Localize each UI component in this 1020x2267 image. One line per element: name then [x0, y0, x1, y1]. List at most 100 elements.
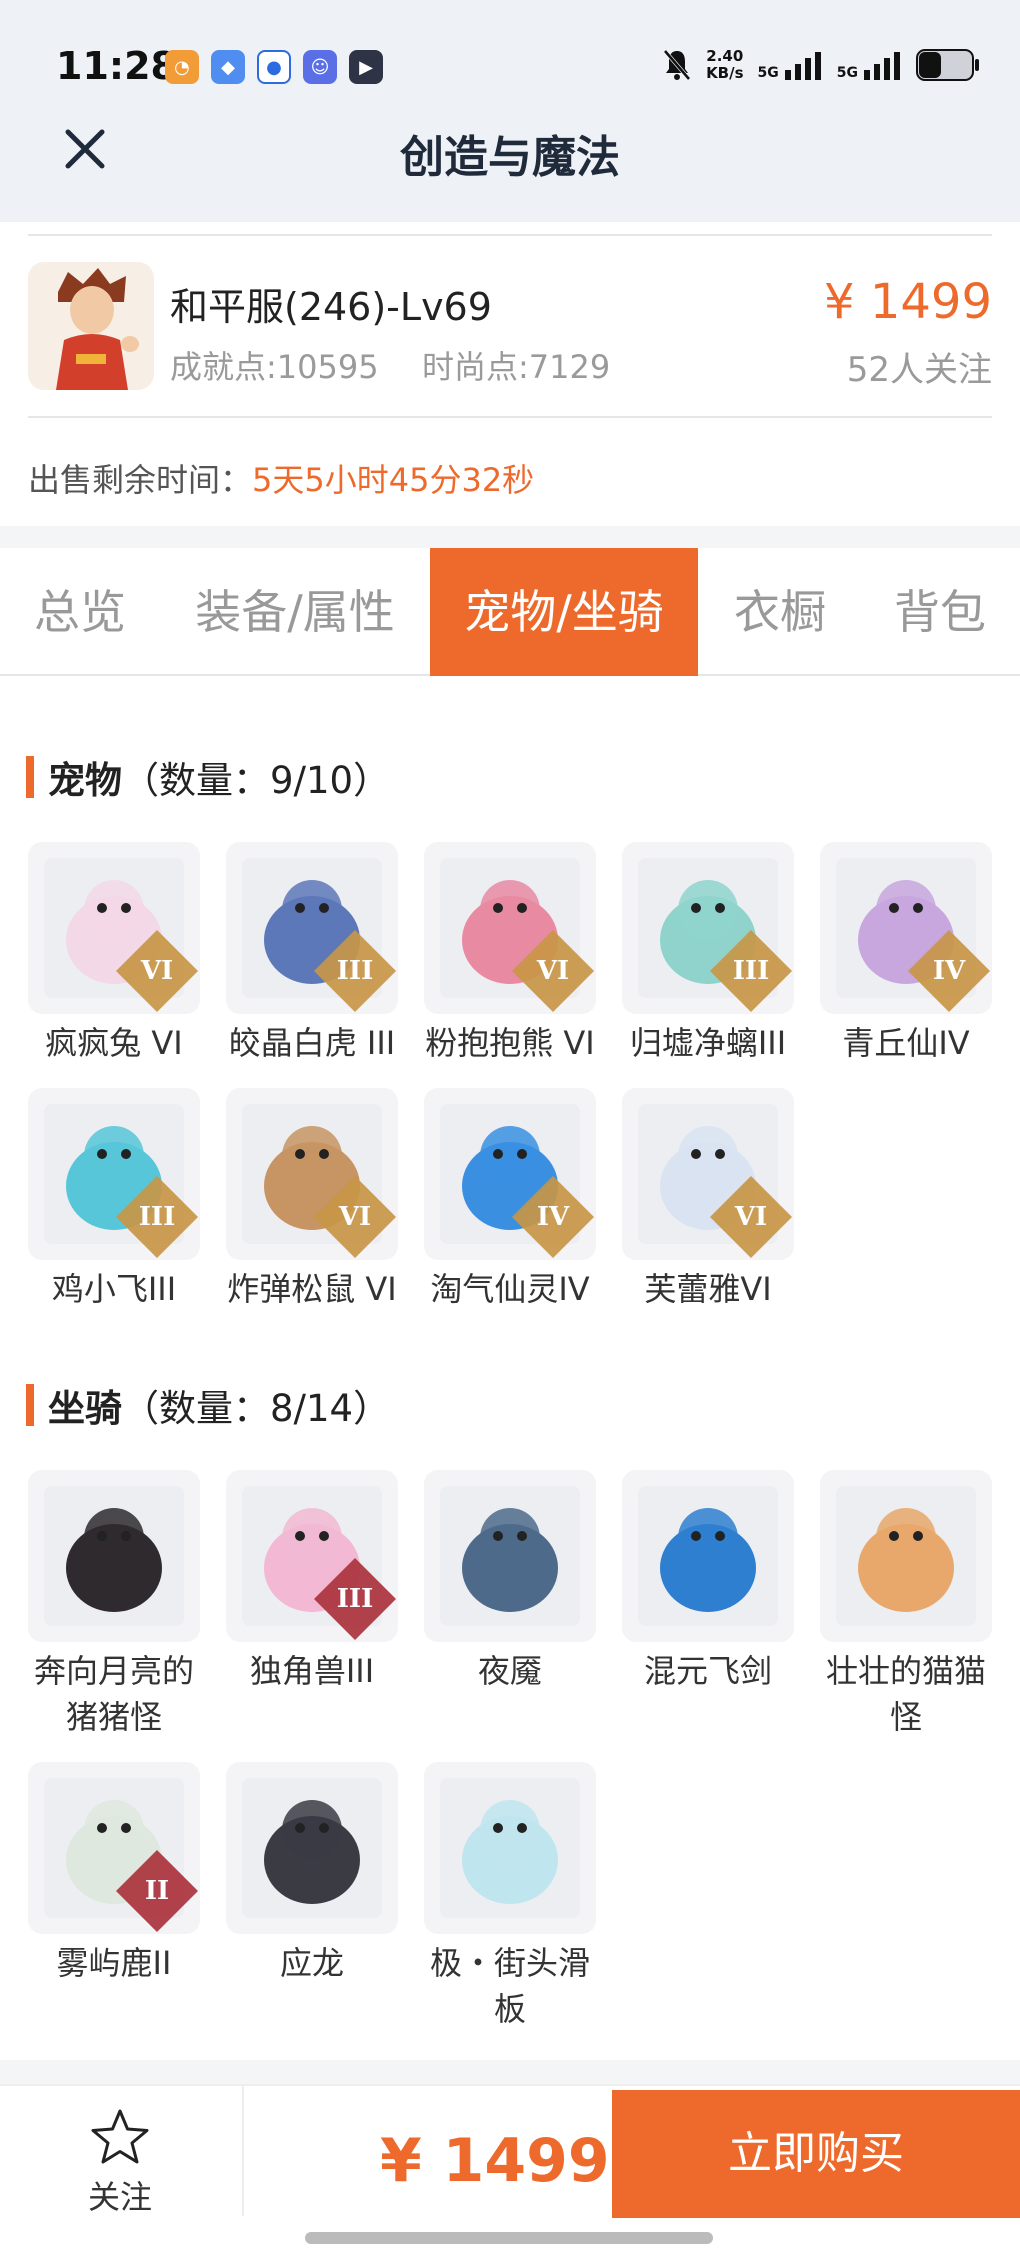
mount-item[interactable]: II 雾屿鹿II	[28, 1762, 200, 1986]
home-indicator[interactable]	[305, 2232, 713, 2244]
rank-badge: III	[115, 1175, 199, 1259]
pet-name: 皎晶白虎 III	[228, 1024, 396, 1062]
pet-item[interactable]: VI 疯疯兔 VI	[28, 842, 200, 1066]
achievement-points: 成就点:10595	[170, 348, 379, 386]
rank-badge: VI	[709, 1175, 793, 1259]
close-icon	[65, 129, 105, 169]
rank-badge: II	[115, 1849, 199, 1933]
fashion-points: 时尚点:7129	[422, 348, 611, 386]
rank-badge: VI	[511, 929, 595, 1013]
close-button[interactable]	[60, 124, 110, 174]
character-name: 和平服(246)-Lv69	[170, 285, 492, 329]
taobao-app-icon: ◔	[165, 50, 199, 84]
pet-item[interactable]: III 鸡小飞III	[28, 1088, 200, 1312]
tab-pets-mounts[interactable]: 宠物/坐骑	[430, 548, 698, 676]
follow-label: 关注	[87, 2178, 152, 2216]
follow-button[interactable]: 关注	[60, 2108, 180, 2218]
pet-thumbnail: VI	[622, 1088, 794, 1260]
sale-timer-label: 出售剩余时间：	[28, 461, 253, 499]
signal-5g-2: 5G	[837, 50, 902, 80]
mount-item[interactable]: 混元飞剑	[622, 1470, 794, 1694]
rank-badge: III	[709, 929, 793, 1013]
pet-name: 疯疯兔 VI	[45, 1024, 183, 1062]
signal-bars-icon	[864, 52, 900, 80]
mount-item[interactable]: 应龙	[226, 1762, 398, 1986]
battery-icon	[916, 49, 979, 81]
tab-equipment[interactable]: 装备/属性	[175, 548, 415, 676]
pet-item[interactable]: III 皎晶白虎 III	[226, 842, 398, 1066]
pet-thumbnail: IV	[424, 1088, 596, 1260]
pet-name: 归墟净螭III	[629, 1024, 787, 1062]
mount-name: 极・街头滑板	[429, 1944, 590, 2028]
rank-badge: III	[313, 1557, 397, 1641]
rank-badge: VI	[313, 1175, 397, 1259]
section-gap	[0, 526, 1020, 548]
mount-item[interactable]: 夜魇	[424, 1470, 596, 1694]
pet-thumbnail: VI	[226, 1088, 398, 1260]
tab-backpack[interactable]: 背包	[870, 548, 1010, 676]
pets-section-title: 宠物（数量：9/10）	[26, 750, 390, 804]
mount-name: 独角兽III	[249, 1652, 375, 1690]
rank-badge: III	[313, 929, 397, 1013]
sale-timer: 出售剩余时间：5天5小时45分32秒	[28, 455, 534, 501]
clock: 11:28	[56, 44, 177, 88]
play-app-icon: ▶	[349, 50, 383, 84]
circle-app-icon: ●	[257, 50, 291, 84]
listing-price: ¥ 1499	[824, 274, 992, 330]
network-speed: 2.40 KB/s	[706, 47, 744, 82]
mount-thumbnail	[28, 1470, 200, 1642]
pet-item[interactable]: IV 青丘仙IV	[820, 842, 992, 1066]
mount-thumbnail	[820, 1470, 992, 1642]
system-indicators: 2.40 KB/s 5G 5G	[662, 48, 980, 82]
character-avatar[interactable]	[28, 262, 154, 390]
mount-name: 壮壮的猫猫怪	[825, 1652, 986, 1736]
pet-item[interactable]: VI 炸弹松鼠 VI	[226, 1088, 398, 1312]
pet-name: 青丘仙IV	[842, 1024, 970, 1062]
mount-thumbnail	[226, 1762, 398, 1934]
mount-thumbnail	[424, 1762, 596, 1934]
signal-5g-1: 5G	[758, 50, 823, 80]
mount-thumbnail	[622, 1470, 794, 1642]
star-icon	[91, 2109, 149, 2164]
pet-name: 芙蕾雅VI	[644, 1270, 772, 1308]
mount-item[interactable]: III 独角兽III	[226, 1470, 398, 1694]
pet-name: 粉抱抱熊 VI	[425, 1024, 595, 1062]
rank-badge: IV	[511, 1175, 595, 1259]
rank-badge: VI	[115, 929, 199, 1013]
signal-bars-icon	[784, 52, 821, 80]
pet-item[interactable]: III 归墟净螭III	[622, 842, 794, 1066]
divider	[28, 234, 992, 236]
pet-item[interactable]: VI 粉抱抱熊 VI	[424, 842, 596, 1066]
tab-wardrobe[interactable]: 衣橱	[710, 548, 850, 676]
pet-thumbnail: III	[226, 842, 398, 1014]
mascot-app-icon: ☺	[303, 50, 337, 84]
pet-name: 炸弹松鼠 VI	[227, 1270, 397, 1308]
mount-thumbnail: II	[28, 1762, 200, 1934]
pet-thumbnail: III	[28, 1088, 200, 1260]
blue-app-icon: ◆	[211, 50, 245, 84]
follower-count: 52人关注	[846, 350, 992, 390]
notification-icons: ◔ ◆ ● ☺ ▶	[165, 50, 383, 84]
tab-bar: 总览 装备/属性 宠物/坐骑 衣橱 背包	[0, 548, 1020, 676]
pet-thumbnail: III	[622, 842, 794, 1014]
sale-timer-value: 5天5小时45分32秒	[252, 461, 535, 499]
pet-name: 淘气仙灵IV	[430, 1270, 590, 1308]
mount-thumbnail: III	[226, 1470, 398, 1642]
pet-item[interactable]: IV 淘气仙灵IV	[424, 1088, 596, 1312]
page-title: 创造与魔法	[400, 132, 620, 183]
mounts-section-title: 坐骑（数量：8/14）	[26, 1378, 390, 1432]
tab-overview[interactable]: 总览	[0, 548, 160, 676]
mount-item[interactable]: 壮壮的猫猫怪	[820, 1470, 992, 1740]
buy-now-button[interactable]: 立即购买	[612, 2090, 1020, 2218]
pet-thumbnail: VI	[424, 842, 596, 1014]
divider	[242, 2086, 244, 2216]
mount-name: 应龙	[279, 1944, 344, 1982]
mount-thumbnail	[424, 1470, 596, 1642]
pet-name: 鸡小飞III	[51, 1270, 177, 1308]
title-bar: 创造与魔法	[0, 120, 1020, 222]
divider	[28, 416, 992, 418]
mount-item[interactable]: 奔向月亮的猪猪怪	[28, 1470, 200, 1740]
status-bar: 11:28 ◔ ◆ ● ☺ ▶ 2.40 KB/s 5G 5G	[0, 0, 1020, 120]
mount-item[interactable]: 极・街头滑板	[424, 1762, 596, 2032]
pet-item[interactable]: VI 芙蕾雅VI	[622, 1088, 794, 1312]
